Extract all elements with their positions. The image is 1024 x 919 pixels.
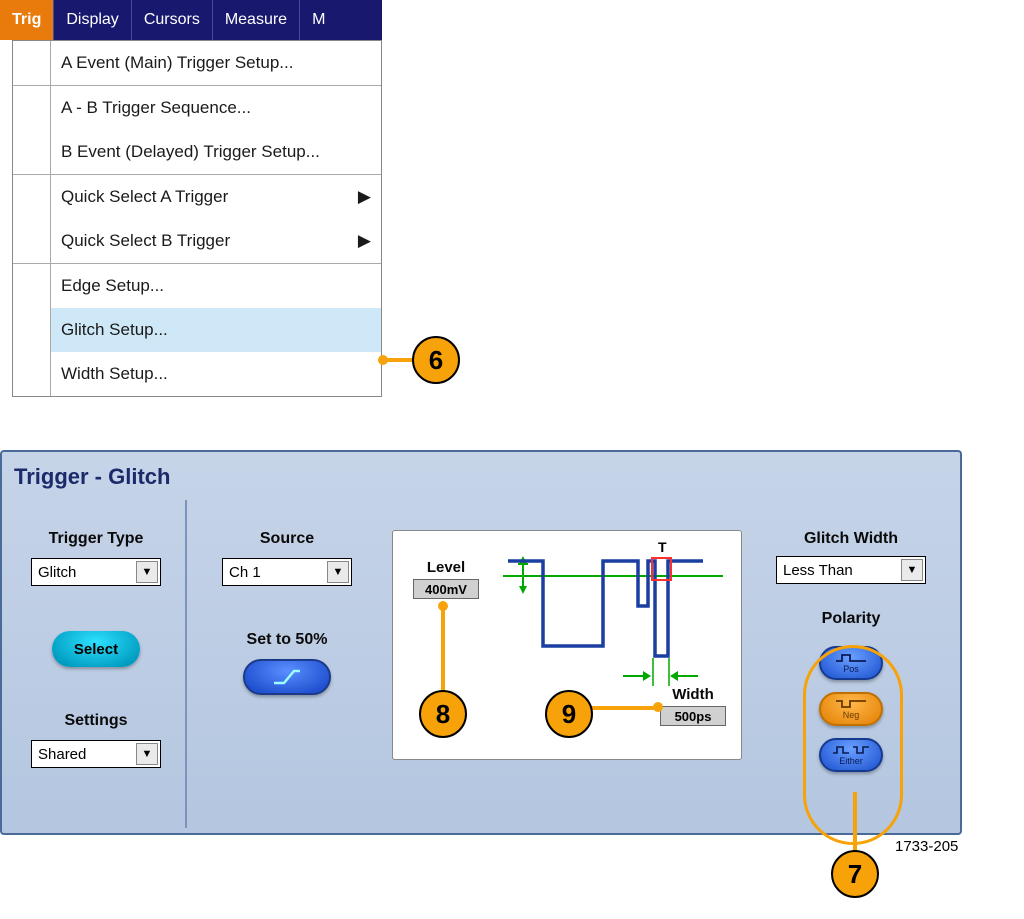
polarity-neg-button[interactable]: Neg [819,692,883,726]
trigger-type-value: Glitch [38,564,76,581]
menu-item-label: Quick Select B Trigger [61,231,230,251]
pos-pulse-icon [836,653,866,663]
either-pulse-icon [833,745,869,755]
level-readout[interactable]: 400mV [413,579,479,599]
trigger-type-select[interactable]: Glitch ▼ [31,558,161,586]
menu-item-label: B Event (Delayed) Trigger Setup... [61,142,320,162]
glitch-width-value: Less Than [783,562,853,579]
callout-7: 7 [831,850,879,898]
source-value: Ch 1 [229,564,261,581]
glitch-width-select[interactable]: Less Than ▼ [776,556,926,584]
menu-item-ab-seq[interactable]: A - B Trigger Sequence... [51,86,381,130]
svg-text:T: T [658,539,667,555]
glitch-width-label: Glitch Width [804,530,898,548]
polarity-either-button[interactable]: Either [819,738,883,772]
menu-cursors[interactable]: Cursors [132,0,213,40]
source-label: Source [260,530,314,548]
menu-item-label: Edge Setup... [61,276,164,296]
menu-item-width[interactable]: Width Setup... [51,352,381,396]
glitch-waveform-icon: T [503,536,733,696]
panel-title: Trigger - Glitch [14,464,170,490]
menu-measure[interactable]: Measure [213,0,300,40]
level-label: Level [427,559,465,576]
callout-8: 8 [419,690,467,738]
menu-more[interactable]: M [300,0,337,40]
callout-9: 9 [545,690,593,738]
source-select[interactable]: Ch 1 ▼ [222,558,352,586]
chevron-down-icon: ▼ [136,561,158,583]
width-readout[interactable]: 500ps [660,706,726,726]
doc-id: 1733-205 [895,838,958,855]
menu-item-label: Quick Select A Trigger [61,187,228,207]
menu-item-glitch[interactable]: Glitch Setup... [51,308,381,352]
set50-label: Set to 50% [247,631,328,649]
trigger-glitch-panel: Trigger - Glitch Trigger Type Glitch ▼ S… [0,450,962,835]
chevron-down-icon: ▼ [901,559,923,581]
settings-value: Shared [38,746,86,763]
ramp-icon [272,667,302,687]
select-button[interactable]: Select [52,631,140,667]
menubar: Trig Display Cursors Measure M [0,0,382,40]
menu-trig[interactable]: Trig [0,0,54,40]
trig-dropdown: A Event (Main) Trigger Setup... A - B Tr… [12,40,382,397]
polarity-label: Polarity [822,610,881,628]
menu-item-quick-a[interactable]: Quick Select A Trigger ▶ [51,175,381,219]
chevron-right-icon: ▶ [358,187,371,207]
settings-select[interactable]: Shared ▼ [31,740,161,768]
callout-6: 6 [412,336,460,384]
menu-item-b-event[interactable]: B Event (Delayed) Trigger Setup... [51,130,381,174]
settings-label: Settings [64,712,127,730]
menu-item-label: Width Setup... [61,364,168,384]
menu-item-quick-b[interactable]: Quick Select B Trigger ▶ [51,219,381,263]
menu-display[interactable]: Display [54,0,131,40]
neg-pulse-icon [836,699,866,709]
menu-item-label: Glitch Setup... [61,320,168,340]
chevron-down-icon: ▼ [327,561,349,583]
menu-item-edge[interactable]: Edge Setup... [51,264,381,308]
menu-item-label: A Event (Main) Trigger Setup... [61,53,293,73]
polarity-pos-button[interactable]: Pos [819,646,883,680]
menu-item-a-event[interactable]: A Event (Main) Trigger Setup... [51,41,381,85]
trigger-type-label: Trigger Type [49,530,144,548]
chevron-right-icon: ▶ [358,231,371,251]
set-to-50-button[interactable] [243,659,331,695]
chevron-down-icon: ▼ [136,743,158,765]
menu-item-label: A - B Trigger Sequence... [61,98,251,118]
